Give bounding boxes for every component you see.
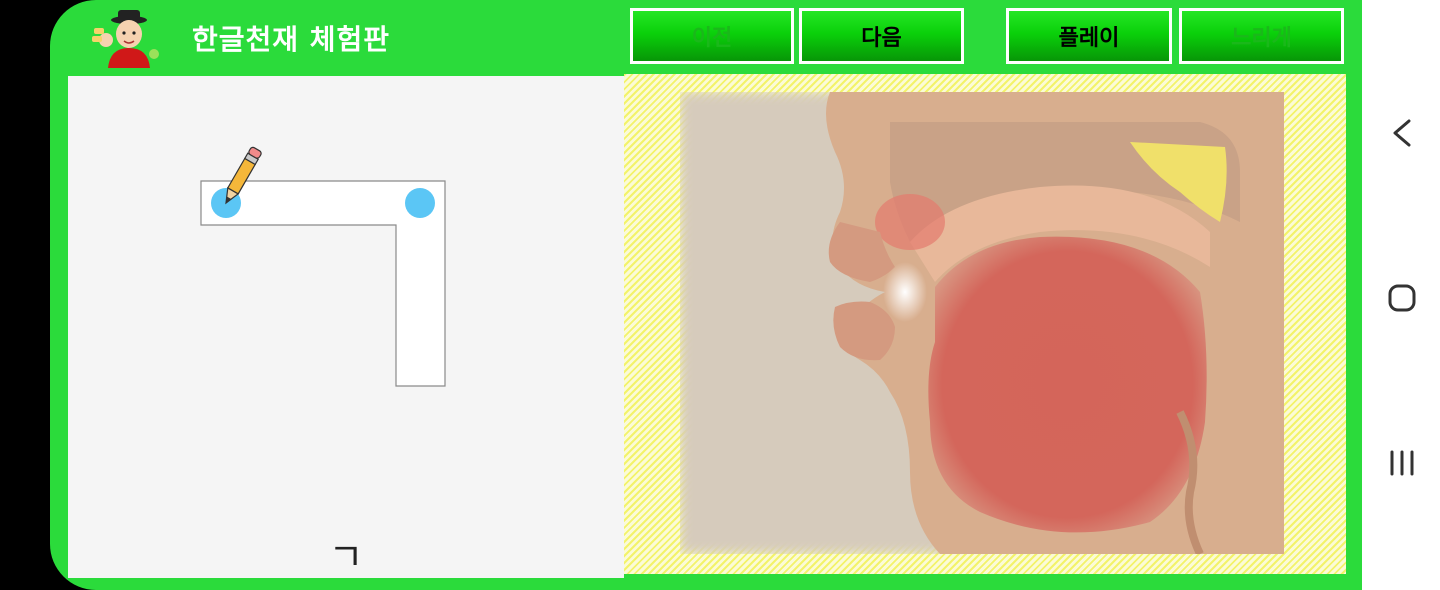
mouth-panel [624,74,1346,574]
home-icon[interactable] [1362,268,1440,328]
recents-icon[interactable] [1362,433,1440,493]
mouth-diagram [680,92,1284,554]
system-nav-bar [1362,0,1440,590]
prev-button[interactable]: 이전 [630,8,794,64]
app-title: 한글천재 체험판 [192,23,391,56]
stroke-guide[interactable] [68,76,624,578]
mascot-icon [92,10,159,68]
play-button[interactable]: 플레이 [1006,8,1172,64]
app-frame: 한글천재 체험판 이전 다음 플레이 느리게 ㄱ [50,0,1362,590]
slow-button[interactable]: 느리게 [1179,8,1344,64]
back-icon[interactable] [1362,103,1440,163]
header-bar: 한글천재 체험판 이전 다음 플레이 느리게 [50,0,1362,74]
target-letter: ㄱ [328,535,364,579]
writing-panel[interactable]: ㄱ [68,76,624,579]
stroke-corner-dot[interactable] [405,188,435,218]
next-button[interactable]: 다음 [799,8,964,64]
